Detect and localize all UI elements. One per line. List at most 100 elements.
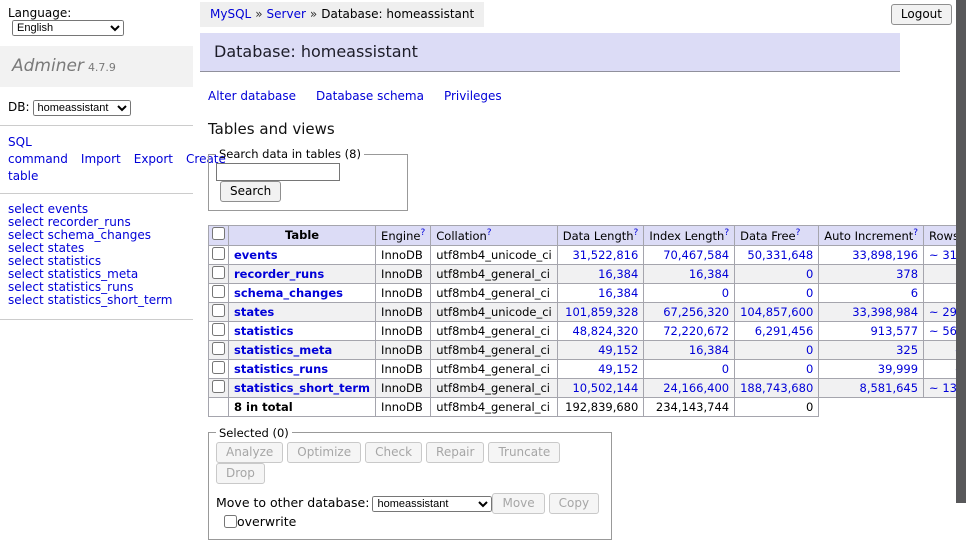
table-name-link[interactable]: statistics <box>234 324 294 338</box>
table-name-link[interactable]: states <box>234 305 274 319</box>
row-checkbox[interactable] <box>212 380 225 393</box>
index-length-link[interactable]: 16,384 <box>689 343 729 357</box>
table-name-link[interactable]: statistics_runs <box>234 362 328 376</box>
table-name-link[interactable]: schema_changes <box>234 286 343 300</box>
column-header-data-length: Data Length? <box>557 226 644 246</box>
totals-data-length: 192,839,680 <box>557 397 644 416</box>
app-version: 4.7.9 <box>88 61 116 74</box>
index-length-link[interactable]: 24,166,400 <box>663 381 729 395</box>
search-legend: Search data in tables (8) <box>216 147 364 161</box>
help-link[interactable]: ? <box>487 228 492 238</box>
vertical-scrollbar[interactable] <box>956 0 966 543</box>
sql-command-link[interactable]: SQL command <box>8 135 68 166</box>
logout-button[interactable]: Logout <box>891 4 952 25</box>
select-link[interactable]: select <box>8 293 44 307</box>
data-length-link[interactable]: 49,152 <box>598 362 638 376</box>
select-link[interactable]: select <box>8 267 44 281</box>
table-name-link[interactable]: events <box>234 248 278 262</box>
help-link[interactable]: ? <box>634 228 639 238</box>
data-length-link[interactable]: 10,502,144 <box>572 381 638 395</box>
auto-increment-link[interactable]: 39,999 <box>878 362 918 376</box>
auto-increment-link[interactable]: 378 <box>896 267 918 281</box>
privileges-link[interactable]: Privileges <box>444 89 502 103</box>
row-checkbox[interactable] <box>212 266 225 279</box>
table-link-events[interactable]: events <box>48 202 88 216</box>
table-link-statistics[interactable]: statistics <box>48 254 102 268</box>
row-checkbox[interactable] <box>212 323 225 336</box>
help-link[interactable]: ? <box>913 228 918 238</box>
table-row: statistics_short_term InnoDB utf8mb4_gen… <box>209 378 966 397</box>
table-link-recorder-runs[interactable]: recorder_runs <box>48 215 131 229</box>
data-length-link[interactable]: 101,859,328 <box>565 305 638 319</box>
select-link[interactable]: select <box>8 202 44 216</box>
data-free-link[interactable]: 0 <box>806 343 813 357</box>
data-free-link[interactable]: 0 <box>806 267 813 281</box>
export-link[interactable]: Export <box>134 152 173 166</box>
table-name-link[interactable]: statistics_meta <box>234 343 332 357</box>
auto-increment-link[interactable]: 913,577 <box>870 324 918 338</box>
selected-fieldset: Selected (0) AnalyzeOptimizeCheckRepairT… <box>208 426 612 540</box>
table-name-link[interactable]: recorder_runs <box>234 267 324 281</box>
data-free-link[interactable]: 0 <box>806 362 813 376</box>
data-length-link[interactable]: 49,152 <box>598 343 638 357</box>
language-select[interactable]: English <box>12 20 124 36</box>
data-length-link[interactable]: 16,384 <box>598 286 638 300</box>
table-link-statistics-meta[interactable]: statistics_meta <box>48 267 139 281</box>
data-free-link[interactable]: 6,291,456 <box>755 324 814 338</box>
breadcrumb-server-link[interactable]: Server <box>267 7 306 21</box>
table-name-link[interactable]: statistics_short_term <box>234 381 370 395</box>
data-free-link[interactable]: 104,857,600 <box>740 305 813 319</box>
database-schema-link[interactable]: Database schema <box>316 89 424 103</box>
row-checkbox[interactable] <box>212 361 225 374</box>
db-select[interactable]: homeassistant <box>33 100 131 116</box>
column-header-table: Table <box>229 226 376 246</box>
select-link[interactable]: select <box>8 254 44 268</box>
table-row: recorder_runs InnoDB utf8mb4_general_ci … <box>209 264 966 283</box>
search-input[interactable] <box>216 163 340 181</box>
auto-increment-link[interactable]: 33,398,984 <box>852 305 918 319</box>
help-link[interactable]: ? <box>420 228 425 238</box>
help-link[interactable]: ? <box>796 228 801 238</box>
breadcrumb-current: Database: homeassistant <box>321 7 474 21</box>
select-link[interactable]: select <box>8 215 44 229</box>
engine-cell: InnoDB <box>376 340 431 359</box>
select-link[interactable]: select <box>8 280 44 294</box>
row-checkbox[interactable] <box>212 247 225 260</box>
auto-increment-link[interactable]: 325 <box>896 343 918 357</box>
auto-increment-link[interactable]: 8,581,645 <box>860 381 919 395</box>
table-link-statistics-short-term[interactable]: statistics_short_term <box>48 293 173 307</box>
move-database-select[interactable]: homeassistant <box>372 496 492 512</box>
select-link[interactable]: select <box>8 241 44 255</box>
auto-increment-link[interactable]: 33,898,196 <box>852 248 918 262</box>
index-length-link[interactable]: 67,256,320 <box>663 305 729 319</box>
import-link[interactable]: Import <box>81 152 121 166</box>
index-length-link[interactable]: 70,467,584 <box>663 248 729 262</box>
row-checkbox[interactable] <box>212 304 225 317</box>
data-free-link[interactable]: 188,743,680 <box>740 381 813 395</box>
index-length-link[interactable]: 72,220,672 <box>663 324 729 338</box>
table-link-statistics-runs[interactable]: statistics_runs <box>48 280 134 294</box>
table-link-states[interactable]: states <box>48 241 85 255</box>
index-length-link[interactable]: 16,384 <box>689 267 729 281</box>
row-checkbox[interactable] <box>212 285 225 298</box>
scrollbar-thumb[interactable] <box>956 0 966 503</box>
data-free-link[interactable]: 50,331,648 <box>747 248 813 262</box>
row-checkbox[interactable] <box>212 342 225 355</box>
help-link[interactable]: ? <box>724 228 729 238</box>
table-link-schema-changes[interactable]: schema_changes <box>48 228 151 242</box>
alter-database-link[interactable]: Alter database <box>208 89 296 103</box>
db-label: DB: <box>8 100 30 114</box>
auto-increment-link[interactable]: 6 <box>911 286 918 300</box>
index-length-link[interactable]: 0 <box>722 362 729 376</box>
breadcrumb-separator: » <box>310 7 317 21</box>
breadcrumb-mysql-link[interactable]: MySQL <box>210 7 251 21</box>
data-length-link[interactable]: 16,384 <box>598 267 638 281</box>
data-free-link[interactable]: 0 <box>806 286 813 300</box>
data-length-link[interactable]: 48,824,320 <box>572 324 638 338</box>
data-length-link[interactable]: 31,522,816 <box>572 248 638 262</box>
select-link[interactable]: select <box>8 228 44 242</box>
search-button[interactable]: Search <box>220 181 281 202</box>
index-length-link[interactable]: 0 <box>722 286 729 300</box>
select-all-checkbox[interactable] <box>212 227 225 240</box>
overwrite-checkbox[interactable] <box>224 515 237 528</box>
